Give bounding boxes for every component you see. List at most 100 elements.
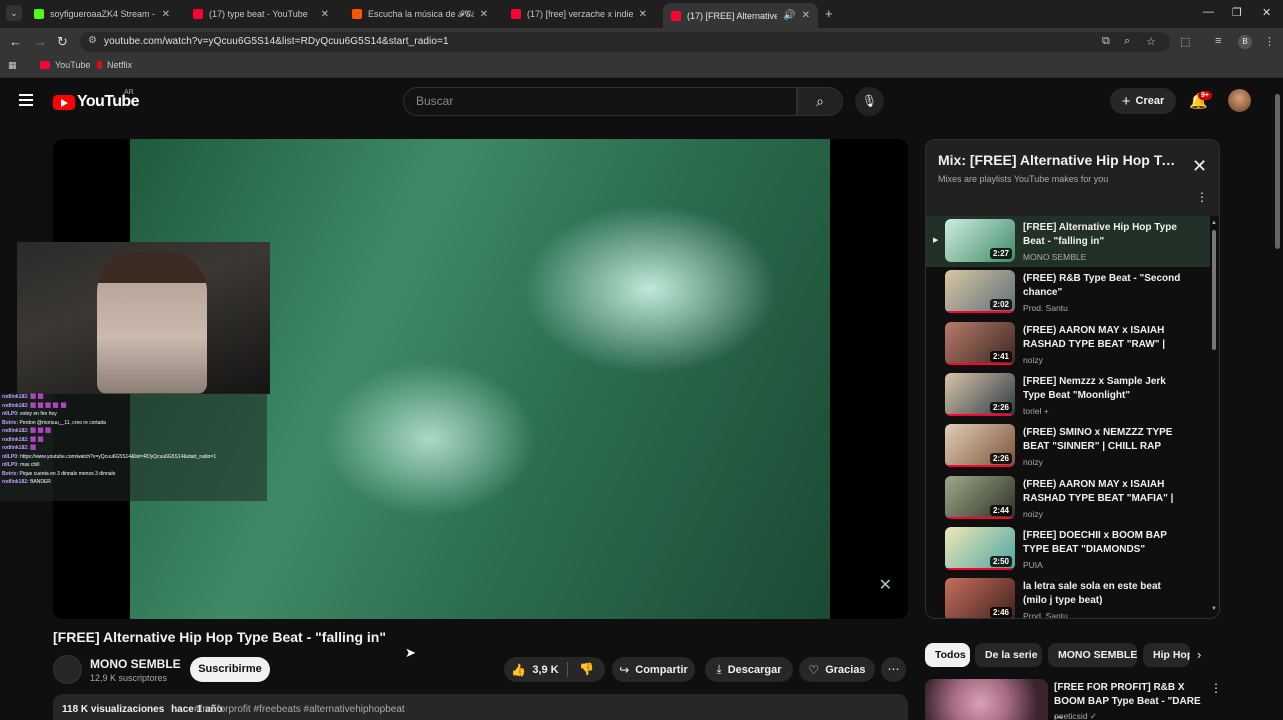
channel-avatar[interactable]: [53, 655, 82, 684]
playlist-title[interactable]: Mix: [FREE] Alternative Hip Hop Type Bea…: [938, 152, 1183, 168]
chat-text: 🟪 🟪: [30, 394, 44, 400]
chat-text: estoy en fire hoy: [20, 411, 57, 417]
recommendation-menu-icon[interactable]: ⋮: [1210, 681, 1222, 695]
browser-profile-avatar[interactable]: B: [1238, 35, 1252, 49]
voice-search-button[interactable]: 🎙: [855, 87, 884, 116]
tab-search-icon[interactable]: ⌄: [6, 5, 22, 21]
playlist-item[interactable]: 2:41 (FREE) AARON MAY x ISAIAH RASHAD TYP…: [926, 319, 1210, 370]
playlist-item[interactable]: 2:26 [FREE] Nemzzz x Sample Jerk Type Bea…: [926, 370, 1210, 421]
chat-username: rodlink182:: [2, 436, 29, 443]
chat-username: Botrix:: [2, 419, 19, 426]
close-window-icon[interactable]: ✕: [1262, 6, 1271, 19]
now-playing-icon: ▶: [933, 237, 939, 244]
url-text[interactable]: youtube.com/watch?v=yQcuu6G5S14&list=RDy…: [104, 36, 449, 47]
account-avatar[interactable]: [1228, 89, 1251, 112]
scroll-thumb[interactable]: [1212, 230, 1216, 350]
recommendation-thumbnail[interactable]: [925, 679, 1048, 720]
close-tab-icon[interactable]: ✕: [480, 9, 488, 20]
browser-tab[interactable]: (17) [free] verzache x indie trap ✕: [503, 3, 655, 25]
playlist-thumbnail[interactable]: 2:26: [945, 424, 1015, 468]
site-info-icon[interactable]: ⚙: [88, 35, 97, 46]
cast-icon[interactable]: ⧉: [1102, 35, 1110, 48]
playlist-menu-icon[interactable]: ⋮: [1196, 190, 1208, 204]
filter-chip[interactable]: Hip Hop: [1143, 643, 1190, 667]
chat-message: rodlink182: 🟪: [0, 444, 267, 453]
minimize-icon[interactable]: —: [1203, 6, 1214, 18]
playlist-subtitle: Mixes are playlists YouTube makes for yo…: [938, 174, 1109, 184]
page-scrollbar[interactable]: [1275, 82, 1281, 252]
scroll-down-icon[interactable]: ▼: [1211, 606, 1217, 612]
chat-username: rodlink182:: [2, 428, 29, 434]
tab-favicon-icon: [511, 9, 521, 19]
reload-icon[interactable]: ↻: [57, 34, 68, 50]
thanks-button[interactable]: ♡ Gracias: [799, 657, 875, 682]
browser-tab[interactable]: soyfigueroaaZK4 Stream - Watch ✕: [26, 3, 178, 25]
filter-chip[interactable]: Todos: [925, 643, 970, 667]
playlist-item[interactable]: 2:02 (FREE) R&B Type Beat - "Second chanc…: [926, 267, 1210, 318]
new-tab-icon[interactable]: +: [825, 6, 833, 21]
playlist-item-title: la letra sale sola en este beat (milo j …: [1023, 581, 1161, 607]
playlist-item[interactable]: 2:46 la letra sale sola en este beat (mil…: [926, 575, 1210, 618]
bookmark-star-icon[interactable]: ☆: [1146, 35, 1156, 48]
search-input[interactable]: Buscar: [403, 87, 797, 116]
more-actions-icon[interactable]: ⋯: [881, 657, 906, 682]
close-tab-icon[interactable]: ✕: [321, 9, 329, 20]
extensions-icon[interactable]: ⬚: [1180, 35, 1190, 48]
subscribe-button[interactable]: Suscribirme: [190, 657, 270, 682]
playlist-item[interactable]: 2:50 [FREE] DOECHII x BOOM BAP TYPE BEAT …: [926, 524, 1210, 575]
forward-icon[interactable]: →: [34, 34, 47, 49]
zoom-icon[interactable]: ⌕: [1124, 35, 1130, 48]
close-tab-icon[interactable]: ✕: [162, 9, 170, 20]
playlist-item-channel: noizy: [1023, 354, 1043, 365]
restore-icon[interactable]: ❐: [1232, 6, 1242, 19]
playlist-thumbnail[interactable]: 2:26: [945, 372, 1015, 416]
channel-name[interactable]: MONO SEMBLE: [90, 657, 181, 671]
hashtags[interactable]: #freeforprofit #freebeats #alternativehi…: [194, 704, 405, 715]
channel-watermark-icon[interactable]: ✕: [879, 575, 892, 595]
share-button[interactable]: ↪ Compartir: [612, 657, 695, 682]
hamburger-menu-icon[interactable]: [19, 94, 33, 106]
close-tab-icon[interactable]: ✕: [639, 9, 647, 20]
playlist-item[interactable]: 2:44 (FREE) AARON MAY x ISAIAH RASHAD TYP…: [926, 473, 1210, 524]
playlist-item-channel: noizy: [1023, 457, 1043, 468]
browser-menu-icon[interactable]: ⋮: [1264, 35, 1275, 48]
playlist-item[interactable]: 2:26 (FREE) SMINO x NEMZZZ TYPE BEAT "SIN…: [926, 421, 1210, 472]
recommendation-channel[interactable]: poeticsid ✓: [1054, 711, 1097, 720]
filter-chip[interactable]: De la serie: [975, 643, 1042, 667]
close-playlist-icon[interactable]: ✕: [1192, 156, 1207, 177]
browser-tab[interactable]: Escucha la música de 𝓕𝓖𝓡 𝓒𝓡𝓐 ✕: [344, 3, 496, 25]
playlist-item[interactable]: ▶ 2:27 [FREE] Alternative Hip Hop Type Bea…: [926, 216, 1210, 267]
media-icon[interactable]: ≡: [1215, 35, 1221, 47]
close-tab-icon[interactable]: ✕: [802, 10, 810, 21]
page-scroll-thumb[interactable]: [1275, 94, 1280, 249]
chat-username: Botrix:: [2, 470, 19, 477]
apps-grid-icon[interactable]: ▦: [8, 60, 17, 71]
bookmark-youtube[interactable]: YouTube: [40, 60, 90, 70]
search-button[interactable]: ⌕: [797, 87, 843, 116]
playlist-item-title: (FREE) R&B Type Beat - "Second chance": [1023, 273, 1181, 299]
playlist-thumbnail[interactable]: 2:41: [945, 321, 1015, 365]
playlist-thumbnail[interactable]: 2:50: [945, 526, 1015, 570]
download-button[interactable]: ⤓ Descargar: [705, 657, 793, 682]
back-icon[interactable]: ←: [9, 34, 22, 49]
playlist-item-channel: toriel +: [1023, 405, 1049, 416]
chat-username: n0LP0:: [2, 411, 19, 417]
bookmark-netflix[interactable]: Netflix: [97, 60, 132, 70]
browser-tab[interactable]: (17) [FREE] Alternative Hip H 🔊 ✕: [663, 3, 818, 28]
chat-message: n0LP0: https://www.youtube.com/watch?v=y…: [0, 453, 267, 462]
dislike-button[interactable]: 👎: [568, 657, 605, 682]
playlist-thumbnail[interactable]: 2:27: [945, 219, 1015, 262]
playlist-thumbnail[interactable]: 2:02: [945, 270, 1015, 314]
scroll-up-icon[interactable]: ▲: [1211, 220, 1217, 226]
filter-chip[interactable]: MONO SEMBLE: [1048, 643, 1137, 667]
playlist-item-title: [FREE] Nemzzz x Sample Jerk Type Beat "M…: [1023, 375, 1166, 401]
create-button[interactable]: + Crear: [1110, 88, 1176, 114]
browser-tab[interactable]: (17) type beat - YouTube ✕: [185, 3, 337, 25]
playlist-scrollbar[interactable]: ▲ ▼: [1211, 220, 1217, 612]
like-button[interactable]: 👍 3,9 K: [504, 657, 566, 682]
tab-audio-icon[interactable]: 🔊: [783, 10, 795, 21]
watched-progress-bar: [945, 567, 1015, 570]
playlist-thumbnail[interactable]: 2:46: [945, 578, 1015, 618]
playlist-thumbnail[interactable]: 2:44: [945, 475, 1015, 519]
chips-next-icon[interactable]: ›: [1197, 647, 1201, 662]
